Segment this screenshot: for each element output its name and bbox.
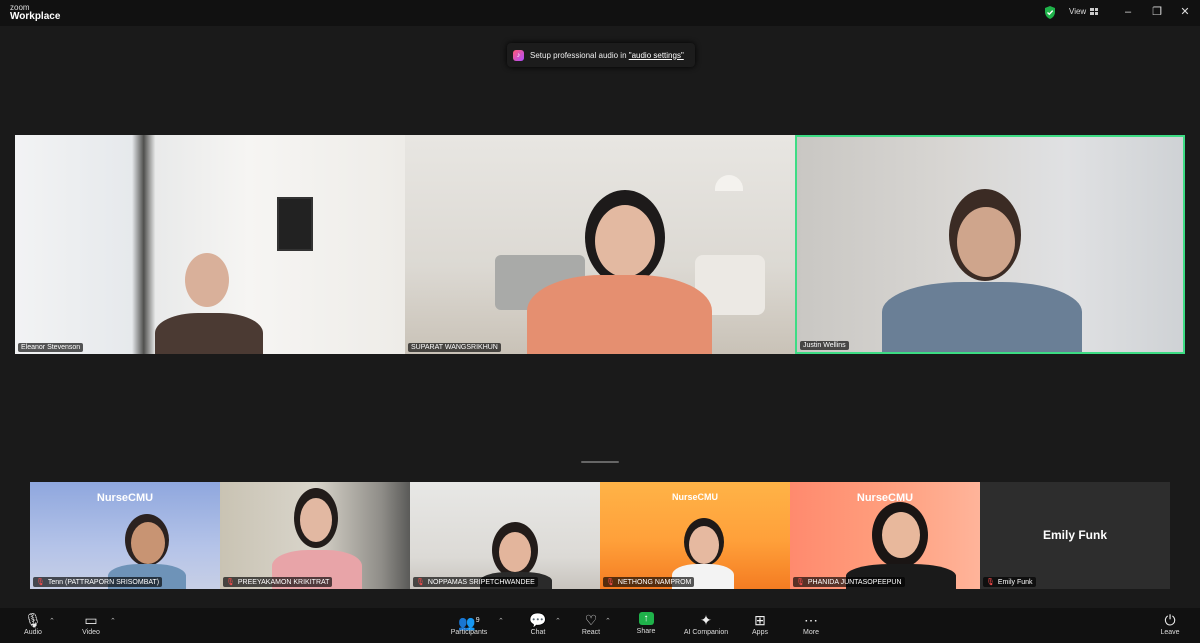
nursecmu-logo: NurseCMU: [856, 492, 914, 504]
participant-face-skin: [595, 205, 655, 277]
gallery-tile-preeyakamon[interactable]: 🎙 PREEYAKAMON KRIKITRAT: [220, 482, 410, 589]
ai-companion-label: AI Companion: [683, 629, 729, 636]
encryption-shield-icon[interactable]: [1044, 6, 1056, 19]
react-options-caret[interactable]: ⌃: [605, 617, 611, 625]
participant-body: [527, 275, 712, 354]
gallery-tile-phanida[interactable]: NurseCMU 🎙 PHANIDA JUNTASOPEEPUN: [790, 482, 980, 589]
view-button[interactable]: View: [1069, 7, 1099, 16]
participant-face-skin: [499, 532, 531, 572]
participant-face-skin: [131, 522, 165, 564]
leave-button[interactable]: ⏻ Leave: [1157, 612, 1183, 636]
apps-label: Apps: [752, 629, 768, 636]
participant-body: [882, 282, 1082, 352]
audio-label: Audio: [24, 629, 42, 636]
video-button[interactable]: ▭ Video: [78, 612, 104, 636]
music-note-icon: ♪: [513, 49, 524, 61]
participant-name-label: SUPARAT WANGSRIKHUN: [408, 343, 501, 352]
gallery-tile-noppamas[interactable]: 🎙 NOPPAMAS SRIPETCHWANDEE: [410, 482, 600, 589]
participant-body: [155, 313, 263, 354]
leave-label: Leave: [1160, 629, 1180, 636]
participants-button[interactable]: 👥9 Participants: [447, 612, 491, 636]
muted-mic-icon: 🎙: [986, 579, 995, 586]
minimize-button[interactable]: –: [1122, 5, 1134, 19]
more-dots-icon: ⋯: [804, 612, 818, 628]
heart-icon: ♡: [584, 612, 598, 628]
audio-options-caret[interactable]: ⌃: [49, 617, 55, 625]
video-tile-justin-active-speaker[interactable]: Justin Wellins: [795, 135, 1185, 354]
gallery-tile-emily[interactable]: Emily Funk 🎙 Emily Funk: [980, 482, 1170, 589]
apps-icon: ⊞: [754, 612, 766, 628]
participant-face-skin: [882, 512, 920, 558]
audio-settings-link[interactable]: "audio settings": [629, 51, 684, 60]
leave-icon: ⏻: [1164, 612, 1176, 628]
chat-button[interactable]: 💬 Chat: [525, 612, 551, 636]
video-tile-suparat[interactable]: SUPARAT WANGSRIKHUN: [405, 135, 795, 354]
nursecmu-logo: NurseCMU: [96, 492, 154, 504]
share-arrow-icon: ↑: [638, 612, 654, 625]
participant-face-skin: [689, 526, 719, 564]
audio-button[interactable]: 🎙 Audio: [20, 612, 46, 636]
muted-mic-icon: 🎙: [606, 579, 615, 586]
more-button[interactable]: ⋯ More: [798, 612, 824, 636]
muted-mic-icon: 🎙: [416, 579, 425, 586]
participant-face: [185, 253, 229, 307]
chat-label: Chat: [530, 629, 546, 636]
chat-icon: 💬: [529, 612, 547, 628]
participant-name-label: 🎙 Emily Funk: [983, 577, 1036, 587]
gallery-resize-handle[interactable]: [581, 461, 619, 463]
participant-name-label: Justin Wellins: [800, 341, 849, 350]
participant-name-label: 🎙 NOPPAMAS SRIPETCHWANDEE: [413, 577, 538, 587]
wall-picture: [277, 197, 313, 251]
muted-mic-icon: 🎙: [796, 579, 805, 586]
muted-mic-icon: 🎙: [24, 612, 42, 628]
app-logo: zoom Workplace: [10, 4, 61, 22]
muted-mic-icon: 🎙: [36, 579, 45, 586]
banner-text: Setup professional audio in "audio setti…: [530, 50, 684, 60]
gallery-tile-nethong[interactable]: NurseCMU 🎙 NETHONG NAMPROM: [600, 482, 790, 589]
floor-lamp: [715, 175, 743, 191]
video-camera-icon: ▭: [84, 612, 98, 628]
view-label: View: [1069, 7, 1087, 16]
video-options-caret[interactable]: ⌃: [110, 617, 116, 625]
apps-button[interactable]: ⊞ Apps: [747, 612, 773, 636]
chat-options-caret[interactable]: ⌃: [555, 617, 561, 625]
muted-mic-icon: 🎙: [226, 579, 235, 586]
gallery-tile-tenn[interactable]: NurseCMU 🎙 Tenn (PATTRAPORN SRISOMBAT): [30, 482, 220, 589]
close-window-button[interactable]: ✕: [1179, 5, 1191, 19]
audio-settings-banner: ♪ Setup professional audio in "audio set…: [507, 43, 695, 67]
sparkle-icon: ✦: [700, 612, 712, 628]
participant-name-label: Eleanor Stevenson: [18, 343, 84, 352]
participant-display-name: Emily Funk: [1042, 528, 1107, 542]
participant-name-label: 🎙 NETHONG NAMPROM: [603, 577, 695, 587]
ai-companion-button[interactable]: ✦ AI Companion: [680, 612, 732, 636]
maximize-button[interactable]: ❐: [1151, 5, 1163, 19]
participant-face-skin: [957, 207, 1015, 277]
participants-options-caret[interactable]: ⌃: [498, 617, 504, 625]
nursecmu-logo: NurseCMU: [671, 492, 718, 502]
brand-workplace: Workplace: [10, 11, 61, 22]
video-tile-eleanor[interactable]: Eleanor Stevenson: [15, 135, 405, 354]
share-button[interactable]: ↑ Share: [633, 612, 659, 635]
participant-name-label: 🎙 PREEYAKAMON KRIKITRAT: [223, 577, 333, 587]
participants-icon: 👥9: [458, 614, 480, 631]
meeting-toolbar: 🎙 Audio ⌃ ▭ Video ⌃ 👥9 Participants ⌃ 💬 …: [0, 608, 1200, 643]
react-label: React: [581, 629, 601, 636]
more-label: More: [803, 629, 819, 636]
react-button[interactable]: ♡ React: [578, 612, 604, 636]
participants-count: 9: [475, 617, 480, 624]
share-label: Share: [636, 628, 656, 635]
participants-label: Participants: [450, 629, 488, 636]
gallery-grid-icon: [1090, 8, 1099, 15]
participant-face-skin: [300, 498, 332, 542]
video-label: Video: [82, 629, 100, 636]
participant-name-label: 🎙 PHANIDA JUNTASOPEEPUN: [793, 577, 905, 587]
title-bar: zoom Workplace View – ❐ ✕: [0, 0, 1200, 26]
participant-name-label: 🎙 Tenn (PATTRAPORN SRISOMBAT): [33, 577, 163, 587]
